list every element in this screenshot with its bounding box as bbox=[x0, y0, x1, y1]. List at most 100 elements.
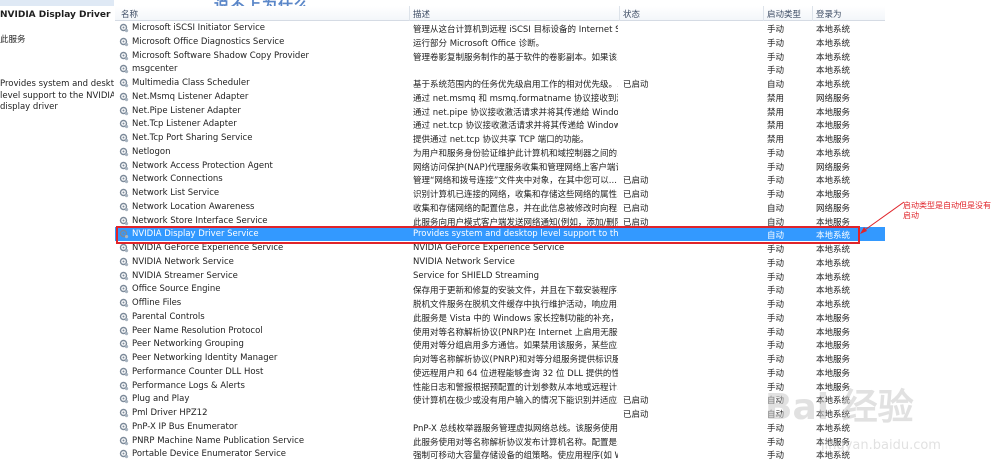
table-row[interactable]: NVIDIA Streamer Service Service for SHIEL… bbox=[115, 269, 885, 283]
table-row[interactable]: Network Access Protection Agent 网络访问保护(NA… bbox=[115, 159, 885, 173]
service-startup-type: 禁用 bbox=[767, 107, 785, 118]
service-gear-icon bbox=[119, 161, 129, 171]
column-header-status[interactable]: 状态 bbox=[623, 8, 640, 20]
service-gear-icon bbox=[119, 381, 129, 391]
service-description: NVIDIA Network Service bbox=[413, 256, 515, 267]
service-gear-icon bbox=[119, 37, 129, 47]
service-gear-icon bbox=[119, 367, 129, 377]
table-row[interactable]: Netlogon 为用户和服务身份验证维护此计算机和域控制器之间的... 手动 本地系… bbox=[115, 145, 885, 159]
service-gear-icon bbox=[119, 229, 129, 239]
service-gear-icon bbox=[119, 64, 129, 74]
table-row[interactable]: Multimedia Class Scheduler 基于系统范围内的任务优先级启… bbox=[115, 76, 885, 90]
table-row[interactable]: Office Source Engine 保存用于更新和修复的安装文件，并且在下载… bbox=[115, 282, 885, 296]
service-startup-type: 禁用 bbox=[767, 121, 785, 132]
service-startup-type: 手动 bbox=[767, 272, 785, 283]
service-description: 脱机文件服务在脱机文件缓存中执行维护活动，响应用... bbox=[413, 300, 618, 310]
table-row[interactable]: Network Store Interface Service 此服务向用户模式客… bbox=[115, 214, 885, 228]
service-startup-type: 手动 bbox=[767, 176, 785, 187]
table-row[interactable]: Microsoft Office Diagnostics Service 运行部分… bbox=[115, 35, 885, 49]
table-row[interactable]: Peer Networking Identity Manager 向对等名称解析协… bbox=[115, 351, 885, 365]
service-logon: 本地系统 bbox=[816, 80, 851, 90]
selected-service-description: Provides system and desktop level suppor… bbox=[0, 79, 114, 114]
service-startup-type: 手动 bbox=[767, 25, 785, 35]
service-gear-icon bbox=[119, 216, 129, 226]
service-name: Plug and Play bbox=[132, 394, 190, 405]
service-description-panel: NVIDIA Display Driver Service 此服务 Provid… bbox=[0, 0, 114, 463]
service-name: Peer Networking Identity Manager bbox=[132, 353, 278, 363]
service-startup-type: 自动 bbox=[767, 231, 785, 242]
service-name: Microsoft iSCSI Initiator Service bbox=[132, 23, 265, 33]
table-row[interactable]: Net.Tcp Port Sharing Service 提供通过 net.tcp… bbox=[115, 131, 885, 145]
selected-service-title: NVIDIA Display Driver Service bbox=[0, 10, 114, 20]
service-gear-icon bbox=[119, 326, 129, 336]
service-logon: 网络服务 bbox=[816, 93, 851, 104]
service-name: msgcenter bbox=[132, 64, 178, 75]
service-gear-icon bbox=[119, 51, 129, 61]
service-gear-icon bbox=[119, 23, 129, 33]
service-name: Network Location Awareness bbox=[132, 201, 255, 212]
service-startup-type: 手动 bbox=[767, 368, 785, 379]
service-logon: 本地系统 bbox=[816, 66, 851, 77]
service-startup-type: 手动 bbox=[767, 162, 785, 173]
service-name: Network Connections bbox=[132, 174, 223, 185]
column-divider[interactable] bbox=[409, 6, 410, 21]
service-gear-icon bbox=[119, 394, 129, 404]
service-name: Performance Counter DLL Host bbox=[132, 366, 264, 377]
table-row[interactable]: Peer Name Resolution Protocol 使用对等名称解析协议(… bbox=[115, 324, 885, 338]
table-row[interactable]: Microsoft iSCSI Initiator Service 管理从这台计算… bbox=[115, 21, 885, 35]
service-description: 通过 net.tcp 协议接收激活请求并将其传递给 Windows... bbox=[413, 121, 618, 132]
table-row[interactable]: NVIDIA GeForce Experience Service NVIDIA … bbox=[115, 241, 885, 255]
service-name: NVIDIA GeForce Experience Service bbox=[132, 243, 284, 253]
service-logon: 本地服务 bbox=[816, 135, 851, 145]
service-startup-type: 自动 bbox=[767, 203, 785, 214]
service-action-link[interactable]: 此服务 bbox=[0, 33, 26, 45]
table-row[interactable]: Network Connections 管理“网络和拨号连接”文件夹中对象，在其中… bbox=[115, 172, 885, 186]
service-logon: 本地系统 bbox=[816, 245, 851, 255]
table-row[interactable]: Offline Files 脱机文件服务在脱机文件缓存中执行维护活动，响应用...… bbox=[115, 296, 885, 310]
service-startup-type: 手动 bbox=[767, 245, 785, 255]
service-gear-icon bbox=[119, 106, 129, 116]
service-startup-type: 手动 bbox=[767, 52, 785, 63]
column-header-name[interactable]: 名称 bbox=[121, 8, 138, 20]
column-header-logon[interactable]: 登录为 bbox=[816, 8, 842, 20]
service-gear-icon bbox=[119, 449, 129, 459]
service-status: 已启动 bbox=[623, 203, 649, 214]
service-logon: 本地系统 bbox=[816, 52, 851, 63]
service-description: 网络访问保护(NAP)代理服务收集和管理网络上客户端计... bbox=[413, 162, 618, 173]
service-gear-icon bbox=[119, 298, 129, 308]
column-header-description[interactable]: 描述 bbox=[413, 8, 430, 20]
column-header-startup-type[interactable]: 启动类型 bbox=[767, 8, 801, 20]
service-description: 通过 net.pipe 协议接收激活请求并将其传递给 Window... bbox=[413, 107, 618, 118]
service-status: 已启动 bbox=[623, 396, 649, 407]
service-logon: 本地服务 bbox=[816, 121, 851, 132]
table-row[interactable]: Network List Service 识别计算机已连接的网络，收集和存储这些网… bbox=[115, 186, 885, 200]
table-row[interactable]: Performance Counter DLL Host 使远程用户和 64 位进… bbox=[115, 365, 885, 379]
column-divider[interactable] bbox=[619, 6, 620, 21]
service-logon: 本地系统 bbox=[816, 286, 851, 297]
table-row[interactable]: NVIDIA Network Service NVIDIA Network Ser… bbox=[115, 255, 885, 269]
column-divider[interactable] bbox=[763, 6, 764, 21]
service-description: 向对等名称解析协议(PNRP)和对等分组服务提供标识服... bbox=[413, 355, 618, 365]
table-row[interactable]: Net.Pipe Listener Adapter 通过 net.pipe 协议接… bbox=[115, 104, 885, 118]
service-gear-icon bbox=[119, 188, 129, 198]
column-divider[interactable] bbox=[812, 6, 813, 21]
service-gear-icon bbox=[119, 119, 129, 129]
service-startup-type: 禁用 bbox=[767, 93, 785, 104]
table-row[interactable]: NVIDIA Display Driver Service Provides sy… bbox=[115, 227, 885, 241]
table-row[interactable]: Net.Tcp Listener Adapter 通过 net.tcp 协议接收激… bbox=[115, 117, 885, 131]
table-row[interactable]: Microsoft Software Shadow Copy Provider 管… bbox=[115, 49, 885, 63]
service-logon: 本地系统 bbox=[816, 38, 851, 49]
table-row[interactable]: msgcenter 手动 本地系统 bbox=[115, 62, 885, 76]
table-row[interactable]: Peer Networking Grouping 使用对等分组启用多方通信。如果禁… bbox=[115, 337, 885, 351]
table-row[interactable]: Network Location Awareness 收集和存储网络的配置信息，并… bbox=[115, 200, 885, 214]
service-gear-icon bbox=[119, 436, 129, 446]
service-gear-icon bbox=[119, 284, 129, 294]
table-header: 名称 描述 状态 启动类型 登录为 bbox=[115, 6, 885, 21]
service-startup-type: 手动 bbox=[767, 38, 785, 49]
table-row[interactable]: Parental Controls 此服务是 Vista 中的 Windows 家… bbox=[115, 310, 885, 324]
table-row[interactable]: Net.Msmq Listener Adapter 通过 net.msmq 和 m… bbox=[115, 90, 885, 104]
service-startup-type: 禁用 bbox=[767, 135, 785, 145]
service-startup-type: 手动 bbox=[767, 286, 785, 297]
service-description: PnP-X 总线枚举器服务管理虚拟网络总线。该服务使用 ... bbox=[413, 423, 618, 434]
service-startup-type: 手动 bbox=[767, 190, 785, 200]
